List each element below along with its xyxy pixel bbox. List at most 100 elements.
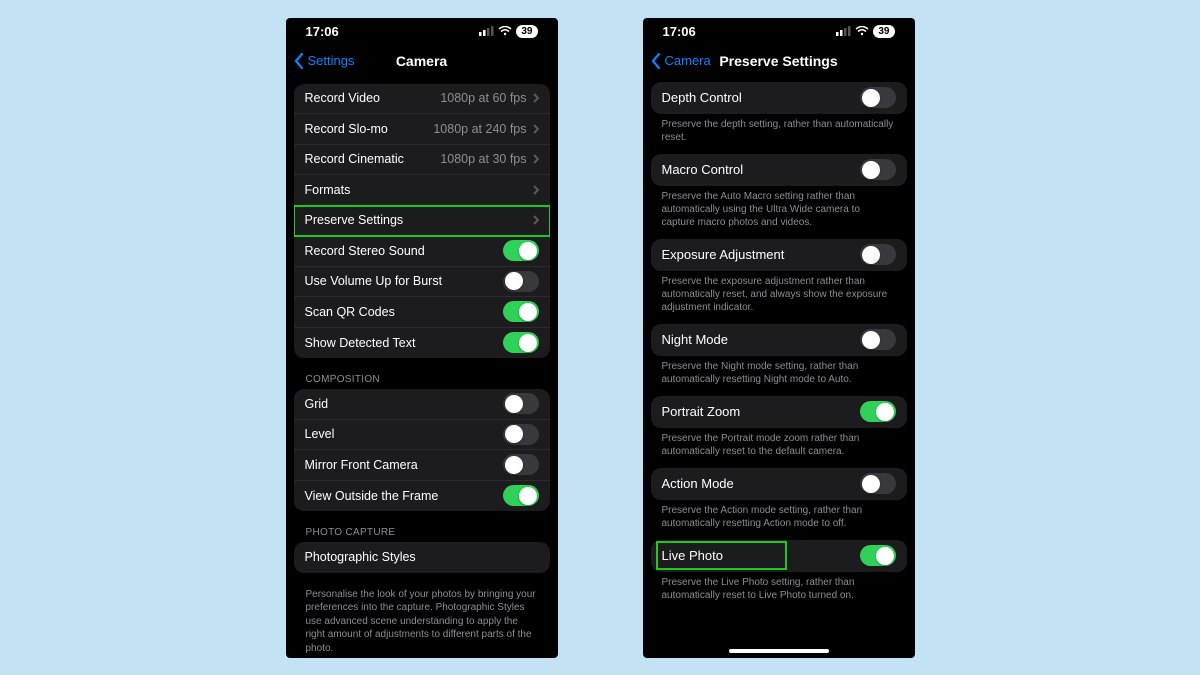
row-record-slomo[interactable]: Record Slo-mo 1080p at 240 fps	[294, 114, 550, 145]
battery-icon: 39	[873, 25, 894, 38]
settings-content: Record Video 1080p at 60 fps Record Slo-…	[286, 76, 558, 658]
label-action: Action Mode	[662, 476, 734, 491]
group-recording: Record Video 1080p at 60 fps Record Slo-…	[294, 84, 550, 359]
label-volume-burst: Use Volume Up for Burst	[305, 274, 443, 288]
row-mirror-front[interactable]: Mirror Front Camera	[294, 450, 550, 481]
label-exposure: Exposure Adjustment	[662, 247, 785, 262]
label-qr: Scan QR Codes	[305, 305, 395, 319]
live-photo-highlight: Live Photo	[658, 543, 785, 568]
chevron-left-icon	[294, 53, 304, 69]
row-scan-qr[interactable]: Scan QR Codes	[294, 297, 550, 328]
label-depth: Depth Control	[662, 90, 742, 105]
toggle-portrait[interactable]	[860, 401, 896, 422]
toggle-night[interactable]	[860, 329, 896, 350]
row-exposure-adjustment[interactable]: Exposure Adjustment	[651, 239, 907, 271]
row-formats[interactable]: Formats	[294, 175, 550, 206]
back-label: Settings	[308, 53, 355, 68]
page-title: Camera	[396, 53, 447, 69]
label-detected-text: Show Detected Text	[305, 336, 416, 350]
row-detected-text[interactable]: Show Detected Text	[294, 328, 550, 359]
value-record-video: 1080p at 60 fps	[440, 91, 526, 105]
battery-icon: 39	[516, 25, 537, 38]
toggle-level[interactable]	[503, 424, 539, 445]
photo-styles-footer: Personalise the look of your photos by b…	[294, 583, 550, 658]
row-night-mode[interactable]: Night Mode	[651, 324, 907, 356]
chevron-right-icon	[533, 124, 539, 134]
back-label: Camera	[665, 53, 711, 68]
toggle-stereo[interactable]	[503, 240, 539, 261]
toggle-outside[interactable]	[503, 485, 539, 506]
status-time: 17:06	[306, 24, 339, 39]
section-photo-capture: PHOTO CAPTURE	[294, 521, 550, 542]
nav-bar: Camera Preserve Settings	[643, 46, 915, 76]
label-photographic-styles: Photographic Styles	[305, 550, 416, 564]
row-record-cinematic[interactable]: Record Cinematic 1080p at 30 fps	[294, 145, 550, 176]
value-record-slomo: 1080p at 240 fps	[433, 122, 526, 136]
desc-action: Preserve the Action mode setting, rather…	[651, 500, 907, 532]
row-stereo-sound[interactable]: Record Stereo Sound	[294, 236, 550, 267]
cellular-icon	[836, 24, 851, 39]
row-live-photo[interactable]: Live Photo	[651, 540, 907, 572]
toggle-volume-burst[interactable]	[503, 271, 539, 292]
label-level: Level	[305, 427, 335, 441]
label-grid: Grid	[305, 397, 329, 411]
label-preserve-settings: Preserve Settings	[305, 213, 404, 227]
page-title: Preserve Settings	[719, 53, 837, 69]
row-action-mode[interactable]: Action Mode	[651, 468, 907, 500]
value-record-cinematic: 1080p at 30 fps	[440, 152, 526, 166]
label-portrait: Portrait Zoom	[662, 404, 741, 419]
status-bar: 17:06 39	[286, 18, 558, 46]
desc-exposure: Preserve the exposure adjustment rather …	[651, 271, 907, 316]
wifi-icon	[855, 24, 869, 39]
desc-portrait: Preserve the Portrait mode zoom rather t…	[651, 428, 907, 460]
row-preserve-settings[interactable]: Preserve Settings	[294, 206, 550, 237]
chevron-left-icon	[651, 53, 661, 69]
desc-depth: Preserve the depth setting, rather than …	[651, 114, 907, 146]
desc-macro: Preserve the Auto Macro setting rather t…	[651, 186, 907, 231]
nav-bar: Settings Camera	[286, 46, 558, 76]
toggle-qr[interactable]	[503, 301, 539, 322]
status-time: 17:06	[663, 24, 696, 39]
toggle-mirror[interactable]	[503, 454, 539, 475]
row-portrait-zoom[interactable]: Portrait Zoom	[651, 396, 907, 428]
home-indicator[interactable]	[729, 649, 829, 653]
label-record-cinematic: Record Cinematic	[305, 152, 404, 166]
label-mirror: Mirror Front Camera	[305, 458, 418, 472]
row-depth-control[interactable]: Depth Control	[651, 82, 907, 114]
label-macro: Macro Control	[662, 162, 744, 177]
cellular-icon	[479, 24, 494, 39]
section-composition: COMPOSITION	[294, 368, 550, 389]
row-grid[interactable]: Grid	[294, 389, 550, 420]
group-photo-capture: Photographic Styles	[294, 542, 550, 573]
toggle-detected-text[interactable]	[503, 332, 539, 353]
back-button[interactable]: Settings	[294, 46, 355, 76]
row-macro-control[interactable]: Macro Control	[651, 154, 907, 186]
row-outside-frame[interactable]: View Outside the Frame	[294, 481, 550, 512]
label-outside: View Outside the Frame	[305, 489, 439, 503]
phone-camera-settings: 17:06 39 Settings Camera Record Video 10…	[286, 18, 558, 658]
label-stereo: Record Stereo Sound	[305, 244, 425, 258]
chevron-right-icon	[533, 185, 539, 195]
label-night: Night Mode	[662, 332, 728, 347]
chevron-right-icon	[533, 154, 539, 164]
toggle-action[interactable]	[860, 473, 896, 494]
toggle-macro[interactable]	[860, 159, 896, 180]
wifi-icon	[498, 24, 512, 39]
group-composition: Grid Level Mirror Front Camera View Outs…	[294, 389, 550, 511]
desc-night: Preserve the Night mode setting, rather …	[651, 356, 907, 388]
desc-live-photo: Preserve the Live Photo setting, rather …	[651, 572, 907, 604]
toggle-live-photo[interactable]	[860, 545, 896, 566]
back-button[interactable]: Camera	[651, 46, 711, 76]
row-photographic-styles[interactable]: Photographic Styles	[294, 542, 550, 573]
toggle-exposure[interactable]	[860, 244, 896, 265]
phone-preserve-settings: 17:06 39 Camera Preserve Settings Depth …	[643, 18, 915, 658]
chevron-right-icon	[533, 93, 539, 103]
preserve-content: Depth Control Preserve the depth setting…	[643, 76, 915, 658]
row-level[interactable]: Level	[294, 420, 550, 451]
label-live-photo: Live Photo	[662, 548, 723, 563]
toggle-grid[interactable]	[503, 393, 539, 414]
row-record-video[interactable]: Record Video 1080p at 60 fps	[294, 84, 550, 115]
status-bar: 17:06 39	[643, 18, 915, 46]
toggle-depth[interactable]	[860, 87, 896, 108]
row-volume-burst[interactable]: Use Volume Up for Burst	[294, 267, 550, 298]
